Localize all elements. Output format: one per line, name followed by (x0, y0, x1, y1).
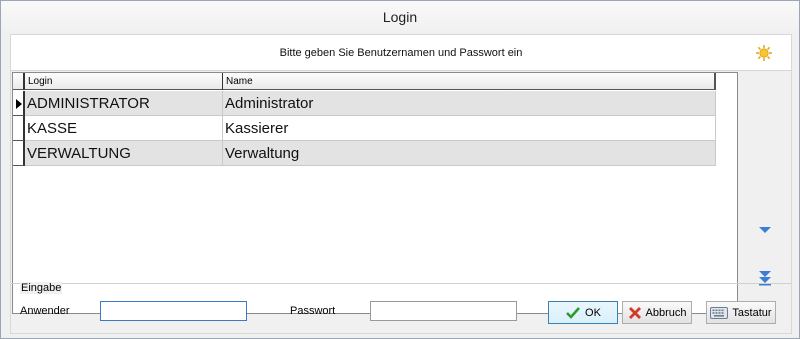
user-grid[interactable]: Login Name ADMINISTRATOR Administrator K… (12, 72, 738, 314)
instruction-text: Bitte geben Sie Benutzernamen und Passwo… (279, 47, 523, 59)
cell-name[interactable]: Kassierer (223, 116, 716, 141)
triangle-down-icon (759, 227, 771, 233)
table-row[interactable]: KASSE Kassierer (13, 116, 716, 141)
table-row[interactable]: VERWALTUNG Verwaltung (13, 141, 716, 166)
ok-button[interactable]: OK (548, 301, 618, 324)
column-header-name[interactable]: Name (223, 73, 714, 90)
row-indicator[interactable] (13, 91, 25, 116)
cell-login[interactable]: ADMINISTRATOR (25, 91, 223, 116)
user-input[interactable] (100, 301, 247, 321)
cell-login[interactable]: VERWALTUNG (25, 141, 223, 166)
table-row[interactable]: ADMINISTRATOR Administrator (13, 91, 716, 116)
cell-name[interactable]: Verwaltung (223, 141, 716, 166)
cell-name[interactable]: Administrator (223, 91, 716, 116)
grid-header: Login Name (13, 73, 716, 90)
indicator-column-header (13, 73, 25, 90)
row-indicator[interactable] (13, 116, 25, 141)
cancel-button[interactable]: Abbruch (622, 301, 692, 324)
login-window: Login Bitte geben Sie Benutzernamen und … (0, 0, 800, 339)
cancel-button-label: Abbruch (645, 306, 687, 319)
current-row-pointer-icon (16, 99, 22, 109)
ok-button-label: OK (585, 306, 601, 319)
window-title: Login (1, 1, 799, 34)
column-header-login[interactable]: Login (25, 73, 223, 90)
instruction-header: Bitte geben Sie Benutzernamen und Passwo… (11, 35, 791, 71)
check-icon (566, 306, 581, 319)
sun-icon (756, 45, 772, 61)
keyboard-button[interactable]: Tastatur (706, 301, 776, 324)
input-group: Eingabe Anwender Passwort OK Abbruch Tas… (11, 282, 791, 335)
client-area: Bitte geben Sie Benutzernamen und Passwo… (10, 34, 792, 334)
password-input[interactable] (370, 301, 517, 321)
close-icon (628, 306, 641, 319)
keyboard-button-label: Tastatur (732, 306, 772, 319)
cell-login[interactable]: KASSE (25, 116, 223, 141)
keyboard-icon (710, 306, 729, 319)
navigation-panel (739, 72, 791, 314)
password-label: Passwort (290, 305, 336, 317)
input-group-legend: Eingabe (20, 282, 63, 294)
next-record-button[interactable] (755, 220, 775, 240)
row-indicator[interactable] (13, 141, 25, 166)
user-label: Anwender (20, 305, 70, 317)
